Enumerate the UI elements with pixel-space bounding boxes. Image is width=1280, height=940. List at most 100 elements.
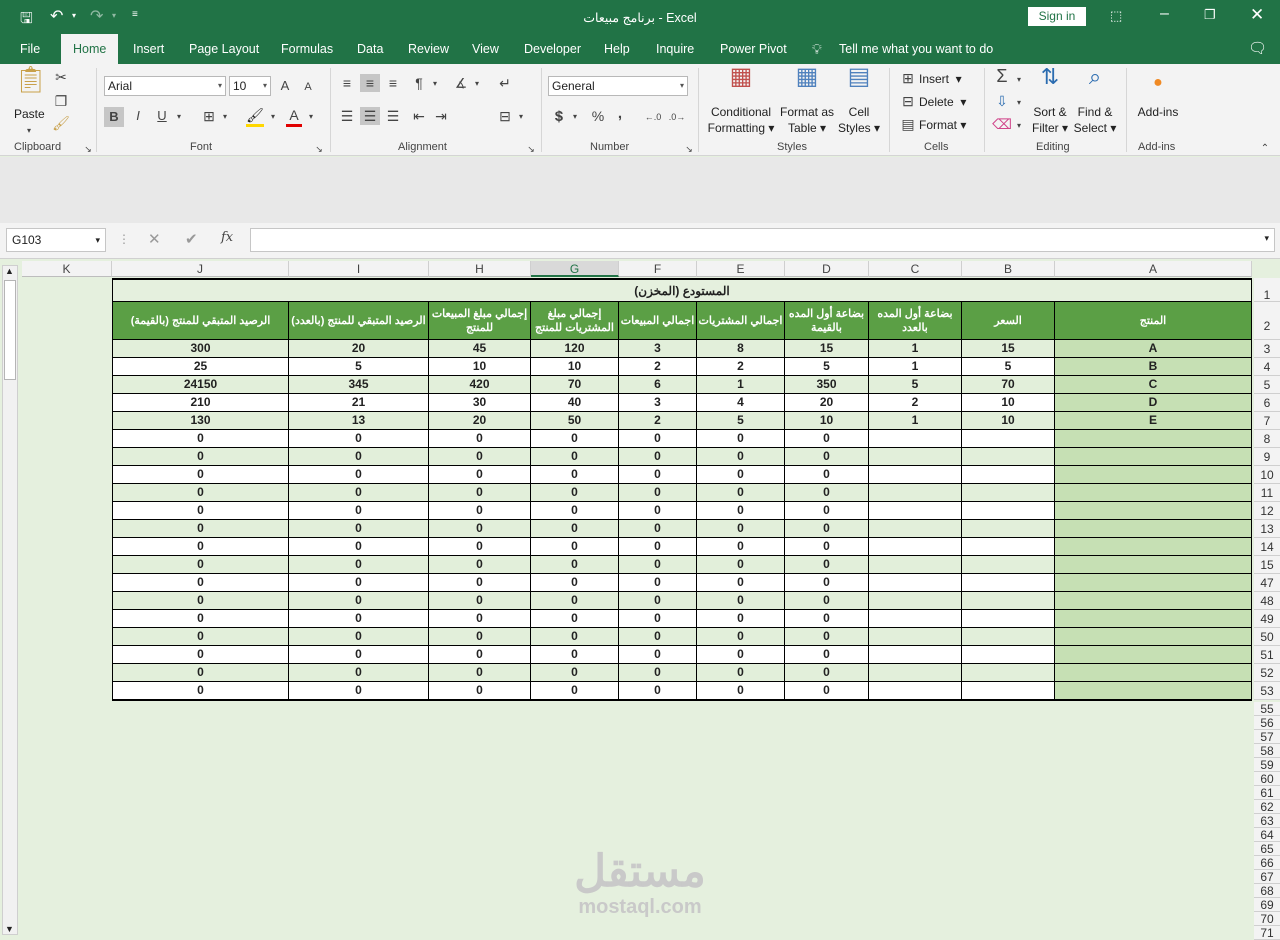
table-cell[interactable] xyxy=(869,484,962,502)
row-header[interactable]: 12 xyxy=(1254,502,1280,520)
table-cell[interactable] xyxy=(1055,538,1252,556)
undo-icon[interactable]: ↶ xyxy=(50,6,63,26)
table-cell[interactable]: 0 xyxy=(619,664,697,682)
table-cell[interactable] xyxy=(962,682,1055,700)
redo-icon[interactable]: ↷ xyxy=(90,6,103,26)
column-header-f[interactable]: F xyxy=(619,261,697,277)
table-cell[interactable]: 10 xyxy=(785,412,869,430)
table-cell[interactable]: 0 xyxy=(289,520,429,538)
table-cell[interactable]: 25 xyxy=(112,358,289,376)
table-cell[interactable]: 0 xyxy=(531,466,619,484)
table-cell[interactable] xyxy=(869,628,962,646)
row-header[interactable]: 5 xyxy=(1254,376,1280,394)
ribbon-display-options-icon[interactable]: ⬚ xyxy=(1110,8,1122,24)
format-cells-icon[interactable]: ▤ xyxy=(899,115,917,133)
row-header[interactable]: 59 xyxy=(1254,758,1280,772)
column-header-j[interactable]: J xyxy=(112,261,289,277)
table-cell[interactable]: 0 xyxy=(619,538,697,556)
table-cell[interactable]: 24150 xyxy=(112,376,289,394)
table-cell[interactable]: 5 xyxy=(962,358,1055,376)
table-cell[interactable]: 0 xyxy=(289,556,429,574)
table-cell[interactable] xyxy=(962,610,1055,628)
underline-button[interactable]: U xyxy=(154,107,170,125)
fill-color-dropdown-icon[interactable]: ▾ xyxy=(268,108,278,126)
column-title-b[interactable]: السعر xyxy=(962,302,1055,340)
expand-formula-bar-icon[interactable]: ▾ xyxy=(1264,233,1269,244)
column-header-g[interactable]: G xyxy=(531,261,619,277)
table-cell[interactable]: 0 xyxy=(697,646,785,664)
font-name-select[interactable]: Arial ▾ xyxy=(104,76,226,96)
table-cell[interactable]: 5 xyxy=(697,412,785,430)
table-cell[interactable]: 0 xyxy=(112,592,289,610)
text-direction-dropdown-icon[interactable]: ▾ xyxy=(430,75,440,93)
row-header[interactable]: 4 xyxy=(1254,358,1280,376)
table-cell[interactable]: A xyxy=(1055,340,1252,358)
underline-dropdown-icon[interactable]: ▾ xyxy=(174,108,184,126)
orientation-dropdown-icon[interactable]: ▾ xyxy=(472,75,482,93)
insert-cells-icon[interactable]: ⊞ xyxy=(899,69,917,87)
conditional-formatting-button[interactable]: Conditional Formatting ▾ xyxy=(704,104,778,136)
wrap-text-icon[interactable]: ↵ xyxy=(496,74,514,92)
table-cell[interactable] xyxy=(962,574,1055,592)
borders-icon[interactable]: ⊞ xyxy=(200,107,218,125)
table-cell[interactable]: 0 xyxy=(289,646,429,664)
table-cell[interactable]: 0 xyxy=(785,430,869,448)
scroll-up-icon[interactable]: ▲ xyxy=(5,266,14,276)
font-color-icon[interactable]: A xyxy=(286,106,302,127)
table-cell[interactable]: 2 xyxy=(619,412,697,430)
table-cell[interactable]: 0 xyxy=(429,448,531,466)
orientation-icon[interactable]: ∡ xyxy=(452,74,470,92)
table-cell[interactable]: 0 xyxy=(112,520,289,538)
row-header[interactable]: 47 xyxy=(1254,574,1280,592)
table-cell[interactable]: 0 xyxy=(289,502,429,520)
table-cell[interactable] xyxy=(962,592,1055,610)
alignment-launcher-icon[interactable]: ↘ xyxy=(526,140,536,158)
column-title-e[interactable]: اجمالي المشتريات xyxy=(697,302,785,340)
table-cell[interactable]: 0 xyxy=(112,664,289,682)
row-header[interactable]: 14 xyxy=(1254,538,1280,556)
table-cell[interactable] xyxy=(869,466,962,484)
row-header[interactable]: 64 xyxy=(1254,828,1280,842)
table-cell[interactable]: 0 xyxy=(619,466,697,484)
column-header-e[interactable]: E xyxy=(697,261,785,277)
table-cell[interactable]: 0 xyxy=(429,628,531,646)
tab-developer[interactable]: Developer xyxy=(524,34,581,64)
row-header[interactable]: 15 xyxy=(1254,556,1280,574)
table-cell[interactable]: 0 xyxy=(785,628,869,646)
column-title-j[interactable]: الرصيد المتبقي للمنتج (بالقيمة) xyxy=(112,302,289,340)
table-cell[interactable]: 70 xyxy=(962,376,1055,394)
table-cell[interactable]: C xyxy=(1055,376,1252,394)
table-cell[interactable]: 0 xyxy=(785,538,869,556)
table-cell[interactable]: 0 xyxy=(112,484,289,502)
table-cell[interactable]: 0 xyxy=(531,682,619,700)
table-cell[interactable]: 0 xyxy=(785,448,869,466)
tab-file[interactable]: File xyxy=(20,34,40,64)
row-header[interactable]: 52 xyxy=(1254,664,1280,682)
table-cell[interactable]: 0 xyxy=(289,466,429,484)
table-cell[interactable]: 0 xyxy=(429,610,531,628)
table-cell[interactable]: 0 xyxy=(531,610,619,628)
scroll-thumb[interactable] xyxy=(4,280,16,380)
row-header[interactable]: 57 xyxy=(1254,730,1280,744)
table-cell[interactable] xyxy=(1055,484,1252,502)
accounting-dropdown-icon[interactable]: ▾ xyxy=(570,108,580,126)
row-header[interactable]: 71 xyxy=(1254,926,1280,940)
comments-icon[interactable]: 🗨︎ xyxy=(1248,34,1267,64)
table-cell[interactable]: 1 xyxy=(869,412,962,430)
table-cell[interactable] xyxy=(962,664,1055,682)
bold-button[interactable]: B xyxy=(104,107,124,127)
text-direction-icon[interactable]: ¶ xyxy=(410,74,428,92)
name-box[interactable]: G103 ▾ xyxy=(6,228,106,252)
top-align-icon[interactable]: ≡ xyxy=(338,74,356,92)
table-cell[interactable] xyxy=(962,484,1055,502)
table-cell[interactable]: 0 xyxy=(697,682,785,700)
delete-cells-button[interactable]: Delete ▾ xyxy=(919,94,966,110)
table-cell[interactable] xyxy=(1055,502,1252,520)
table-cell[interactable] xyxy=(962,520,1055,538)
table-cell[interactable]: 0 xyxy=(289,574,429,592)
table-cell[interactable]: 0 xyxy=(697,520,785,538)
comma-style-button[interactable]: , xyxy=(614,105,626,123)
table-cell[interactable]: 0 xyxy=(289,628,429,646)
table-cell[interactable]: 21 xyxy=(289,394,429,412)
table-cell[interactable]: 0 xyxy=(785,466,869,484)
